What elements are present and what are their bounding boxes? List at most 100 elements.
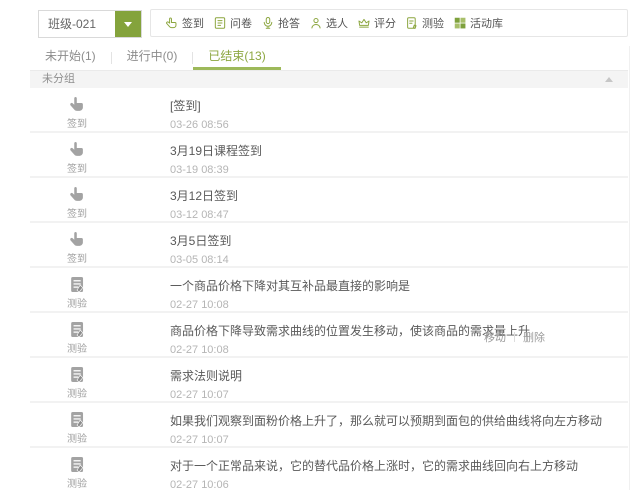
activity-type-label: 测验 bbox=[67, 475, 87, 490]
toolbar-pick-person-button[interactable]: 选人 bbox=[309, 15, 348, 31]
tab-not-started[interactable]: 未开始(1) bbox=[30, 46, 111, 70]
activity-title: 商品价格下降导致需求曲线的位置发生移动，使该商品的需求量上升 bbox=[170, 322, 530, 339]
list-item[interactable]: 签到 3月5日签到 03-05 08:14 bbox=[30, 223, 628, 268]
activity-type-label: 签到 bbox=[67, 205, 87, 220]
activity-type-label: 测验 bbox=[67, 340, 87, 355]
toolbar-buzzer-label: 抢答 bbox=[278, 15, 300, 31]
activity-type-col: 测验 bbox=[62, 448, 92, 490]
group-header-ungrouped[interactable]: 未分组 bbox=[30, 71, 628, 88]
activity-text: 对于一个正常品来说，它的替代品价格上涨时，它的需求曲线回向右上方移动 02-27… bbox=[170, 448, 578, 490]
move-link[interactable]: 移动 bbox=[484, 329, 506, 345]
row-actions: 移动 删除 bbox=[484, 329, 545, 345]
activity-type-label: 签到 bbox=[67, 250, 87, 265]
list-item[interactable]: 签到 3月12日签到 03-12 08:47 bbox=[30, 178, 628, 223]
class-selector[interactable]: 班级-021 bbox=[38, 10, 142, 38]
activity-type-col: 测验 bbox=[62, 268, 92, 311]
toolbar-quiz-button[interactable]: 测验 bbox=[405, 15, 444, 31]
activity-toolbar: 签到 问卷 抢答 选人 评分 测验 活动库 bbox=[150, 9, 628, 37]
scrollbar-track[interactable] bbox=[629, 46, 640, 490]
activity-type-label: 测验 bbox=[67, 295, 87, 310]
quiz-notebook-icon bbox=[68, 320, 87, 339]
activity-title: 一个商品价格下降对其互补品最直接的影响是 bbox=[170, 277, 410, 294]
list-item[interactable]: 测验 商品价格下降导致需求曲线的位置发生移动，使该商品的需求量上升 02-27 … bbox=[30, 313, 628, 358]
class-activities-page: 班级-021 签到 问卷 抢答 选人 评分 测验 bbox=[0, 0, 640, 490]
activity-title: 对于一个正常品来说，它的替代品价格上涨时，它的需求曲线回向右上方移动 bbox=[170, 457, 578, 474]
activity-type-col: 签到 bbox=[62, 88, 92, 131]
activity-type-col: 签到 bbox=[62, 133, 92, 176]
tab-in-progress[interactable]: 进行中(0) bbox=[112, 46, 193, 70]
activity-type-col: 签到 bbox=[62, 178, 92, 221]
survey-icon bbox=[213, 16, 227, 30]
toolbar-score-button[interactable]: 评分 bbox=[357, 15, 396, 31]
activity-text: [签到] 03-26 08:56 bbox=[170, 88, 229, 131]
activity-title: 3月19日课程签到 bbox=[170, 142, 262, 159]
tab-finished[interactable]: 已结束(13) bbox=[193, 46, 280, 70]
activity-type-col: 测验 bbox=[62, 358, 92, 401]
activity-time: 03-26 08:56 bbox=[170, 119, 229, 131]
activity-title: 3月12日签到 bbox=[170, 187, 238, 204]
activity-list: 签到 [签到] 03-26 08:56 签到 3月19日课程签到 03-19 0… bbox=[30, 88, 628, 490]
toolbar-survey-label: 问卷 bbox=[230, 15, 252, 31]
checkin-hand-icon bbox=[68, 185, 87, 204]
crown-score-icon bbox=[357, 16, 371, 30]
toolbar-pick-person-label: 选人 bbox=[326, 15, 348, 31]
activity-library-grid-icon bbox=[453, 16, 467, 30]
activity-text: 一个商品价格下降对其互补品最直接的影响是 02-27 10:08 bbox=[170, 268, 410, 311]
chevron-down-icon bbox=[124, 22, 132, 27]
activity-type-col: 测验 bbox=[62, 313, 92, 356]
action-divider bbox=[514, 332, 515, 342]
activity-title: [签到] bbox=[170, 97, 229, 114]
collapse-up-icon[interactable] bbox=[605, 77, 613, 82]
activity-title: 需求法则说明 bbox=[170, 367, 242, 384]
buzzer-microphone-icon bbox=[261, 16, 275, 30]
class-selector-dropdown-button[interactable] bbox=[115, 11, 141, 37]
checkin-hand-icon bbox=[165, 16, 179, 30]
activity-time: 02-27 10:08 bbox=[170, 299, 410, 311]
quiz-notebook-icon bbox=[68, 455, 87, 474]
activity-time: 02-27 10:06 bbox=[170, 479, 578, 490]
activity-text: 如果我们观察到面粉价格上升了，那么就可以预期到面包的供给曲线将向左方移动 02-… bbox=[170, 403, 602, 446]
activity-title: 3月5日签到 bbox=[170, 232, 231, 249]
activity-text: 需求法则说明 02-27 10:07 bbox=[170, 358, 242, 401]
activity-type-col: 签到 bbox=[62, 223, 92, 266]
activity-time: 03-19 08:39 bbox=[170, 164, 262, 176]
delete-link[interactable]: 删除 bbox=[523, 329, 545, 345]
list-item[interactable]: 测验 对于一个正常品来说，它的替代品价格上涨时，它的需求曲线回向右上方移动 02… bbox=[30, 448, 628, 490]
activity-text: 3月12日签到 03-12 08:47 bbox=[170, 178, 238, 221]
list-item[interactable]: 测验 一个商品价格下降对其互补品最直接的影响是 02-27 10:08 bbox=[30, 268, 628, 313]
status-tabs: 未开始(1) 进行中(0) 已结束(13) bbox=[30, 46, 628, 71]
checkin-hand-icon bbox=[68, 95, 87, 114]
activity-text: 3月19日课程签到 03-19 08:39 bbox=[170, 133, 262, 176]
toolbar-checkin-button[interactable]: 签到 bbox=[165, 15, 204, 31]
list-item[interactable]: 测验 需求法则说明 02-27 10:07 bbox=[30, 358, 628, 403]
activity-time: 02-27 10:07 bbox=[170, 389, 242, 401]
toolbar-activity-library-label: 活动库 bbox=[470, 15, 503, 31]
activity-time: 02-27 10:08 bbox=[170, 344, 530, 356]
toolbar-buzzer-button[interactable]: 抢答 bbox=[261, 15, 300, 31]
activity-type-col: 测验 bbox=[62, 403, 92, 446]
toolbar-quiz-label: 测验 bbox=[422, 15, 444, 31]
activity-type-label: 签到 bbox=[67, 160, 87, 175]
checkin-hand-icon bbox=[68, 230, 87, 249]
list-item[interactable]: 签到 [签到] 03-26 08:56 bbox=[30, 88, 628, 133]
activity-type-label: 签到 bbox=[67, 115, 87, 130]
toolbar-checkin-label: 签到 bbox=[182, 15, 204, 31]
activity-text: 3月5日签到 03-05 08:14 bbox=[170, 223, 231, 266]
quiz-notebook-icon bbox=[68, 410, 87, 429]
list-item[interactable]: 测验 如果我们观察到面粉价格上升了，那么就可以预期到面包的供给曲线将向左方移动 … bbox=[30, 403, 628, 448]
person-icon bbox=[309, 16, 323, 30]
activity-type-label: 测验 bbox=[67, 430, 87, 445]
activity-time: 03-12 08:47 bbox=[170, 209, 238, 221]
activity-time: 03-05 08:14 bbox=[170, 254, 231, 266]
toolbar-score-label: 评分 bbox=[374, 15, 396, 31]
activity-text: 商品价格下降导致需求曲线的位置发生移动，使该商品的需求量上升 02-27 10:… bbox=[170, 313, 530, 356]
quiz-notebook-icon bbox=[68, 275, 87, 294]
list-item[interactable]: 签到 3月19日课程签到 03-19 08:39 bbox=[30, 133, 628, 178]
quiz-document-icon bbox=[405, 16, 419, 30]
toolbar-survey-button[interactable]: 问卷 bbox=[213, 15, 252, 31]
toolbar-activity-library-button[interactable]: 活动库 bbox=[453, 15, 503, 31]
checkin-hand-icon bbox=[68, 140, 87, 159]
quiz-notebook-icon bbox=[68, 365, 87, 384]
activity-time: 02-27 10:07 bbox=[170, 434, 602, 446]
class-selector-value[interactable]: 班级-021 bbox=[39, 11, 115, 37]
